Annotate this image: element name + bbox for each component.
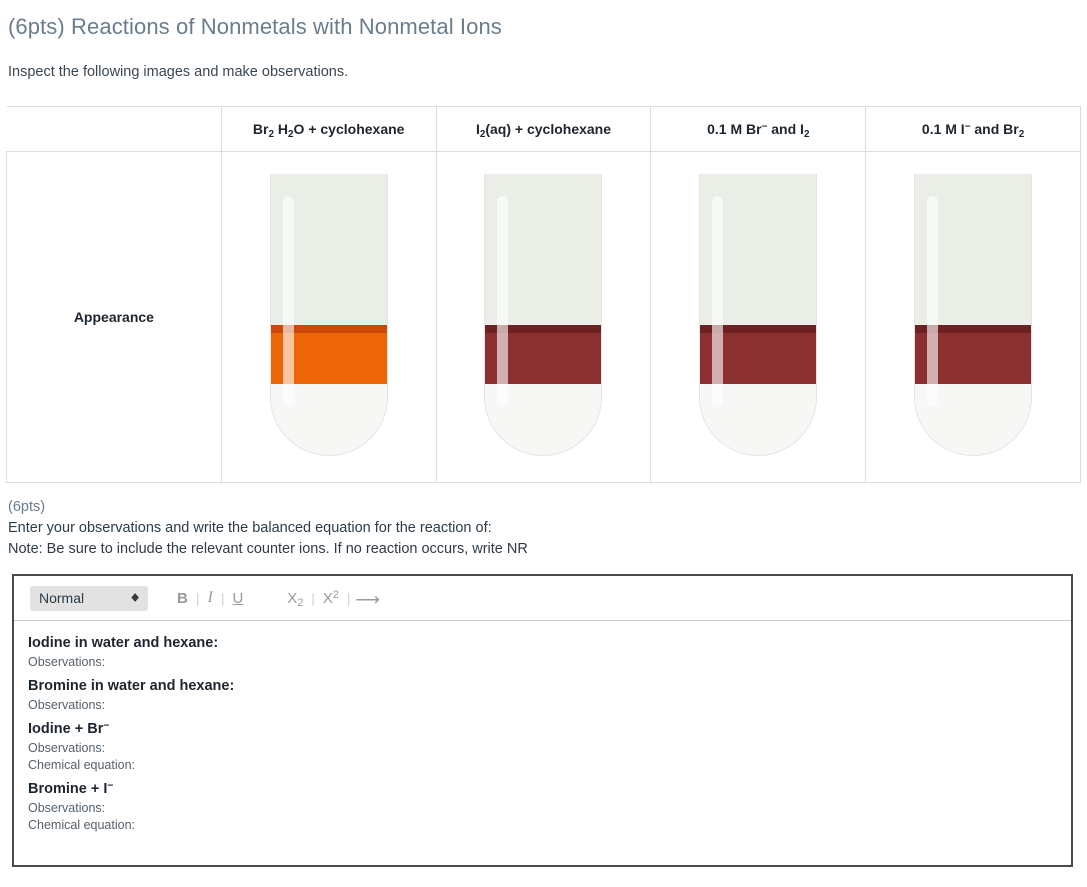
tube-highlight bbox=[927, 195, 939, 406]
section-heading: Bromine + I− bbox=[28, 780, 114, 798]
tube-highlight bbox=[712, 195, 724, 406]
script-group: X2 | X2 | ⟶ bbox=[280, 589, 384, 608]
prompt-block: (6pts) Enter your observations and write… bbox=[8, 497, 1087, 560]
table-header-row: Br2 H2O + cyclohexane I2(aq) + cyclohexa… bbox=[6, 106, 1081, 152]
underline-button[interactable]: U bbox=[225, 591, 250, 606]
editor-content-area[interactable]: Iodine in water and hexane: Observations… bbox=[14, 621, 1071, 865]
column-header-br-minus-and-i2: 0.1 M Br− and I2 bbox=[650, 106, 867, 152]
section-line: Observations: bbox=[28, 655, 106, 670]
section-heading: Iodine + Br− bbox=[28, 720, 110, 738]
editor-section-iodine-plus-bromide: Iodine + Br− Observations: Chemical equa… bbox=[28, 721, 1057, 772]
prompt-points: (6pts) bbox=[8, 499, 46, 515]
subscript-button[interactable]: X2 bbox=[280, 591, 310, 608]
italic-button[interactable]: I bbox=[200, 590, 219, 606]
editor-section-bromine-water-hexane: Bromine in water and hexane: Observation… bbox=[28, 678, 1057, 712]
intro-text: Inspect the following images and make ob… bbox=[8, 64, 349, 80]
row-label-appearance: Appearance bbox=[6, 151, 222, 483]
tube-cell-br-minus-and-i2 bbox=[650, 151, 867, 483]
tube-highlight bbox=[282, 195, 294, 406]
prompt-line-1: Enter your observations and write the ba… bbox=[8, 520, 492, 537]
format-style-select[interactable]: Normal ◆ bbox=[30, 585, 148, 611]
bold-button[interactable]: B bbox=[170, 591, 195, 606]
section-line: Observations: bbox=[28, 741, 106, 756]
tube-highlight bbox=[497, 195, 509, 406]
prompt-line-2: Note: Be sure to include the relevant co… bbox=[8, 541, 528, 558]
superscript-button[interactable]: X2 bbox=[316, 589, 346, 605]
test-tube-i2-aq-cyclohexane bbox=[484, 173, 603, 456]
section-heading: Iodine in water and hexane: bbox=[28, 635, 219, 652]
table-corner-cell bbox=[6, 106, 222, 152]
test-tube-br-minus-and-i2 bbox=[699, 173, 818, 456]
test-tube-i-minus-and-br2 bbox=[914, 173, 1033, 456]
text-style-group: B | I | U bbox=[170, 590, 250, 607]
right-arrow-icon[interactable]: ⟶ bbox=[351, 591, 383, 608]
section-line: Observations: bbox=[28, 698, 106, 713]
editor-section-bromine-plus-iodide: Bromine + I− Observations: Chemical equa… bbox=[28, 781, 1057, 832]
section-line: Chemical equation: bbox=[28, 818, 136, 833]
column-header-br2-water-cyclohexane: Br2 H2O + cyclohexane bbox=[220, 106, 437, 152]
editor-section-iodine-water-hexane: Iodine in water and hexane: Observations… bbox=[28, 635, 1057, 669]
tube-cell-br2-water-cyclohexane bbox=[220, 151, 437, 483]
editor-toolbar: Normal ◆ B | I | U X2 | X2 | ⟶ bbox=[14, 576, 1071, 622]
page-title: (6pts) Reactions of Nonmetals with Nonme… bbox=[8, 14, 502, 39]
tube-cell-i2-aq-cyclohexane bbox=[435, 151, 652, 483]
test-tube-br2-water-cyclohexane bbox=[269, 173, 388, 456]
tube-cell-i-minus-and-br2 bbox=[865, 151, 1081, 483]
appearance-table: Br2 H2O + cyclohexane I2(aq) + cyclohexa… bbox=[6, 106, 1081, 483]
quiz-page: (6pts) Reactions of Nonmetals with Nonme… bbox=[0, 14, 1087, 868]
column-header-i2-aq-cyclohexane: I2(aq) + cyclohexane bbox=[435, 106, 652, 152]
rich-text-editor[interactable]: Normal ◆ B | I | U X2 | X2 | ⟶ Iodine in… bbox=[12, 574, 1073, 868]
section-line: Observations: bbox=[28, 801, 106, 816]
table-row: Appearance bbox=[6, 151, 1081, 483]
updown-caret-icon: ◆ bbox=[131, 591, 139, 604]
format-style-value: Normal bbox=[39, 590, 85, 607]
section-heading: Bromine in water and hexane: bbox=[28, 678, 235, 695]
column-header-i-minus-and-br2: 0.1 M I− and Br2 bbox=[865, 106, 1081, 152]
section-line: Chemical equation: bbox=[28, 758, 136, 773]
